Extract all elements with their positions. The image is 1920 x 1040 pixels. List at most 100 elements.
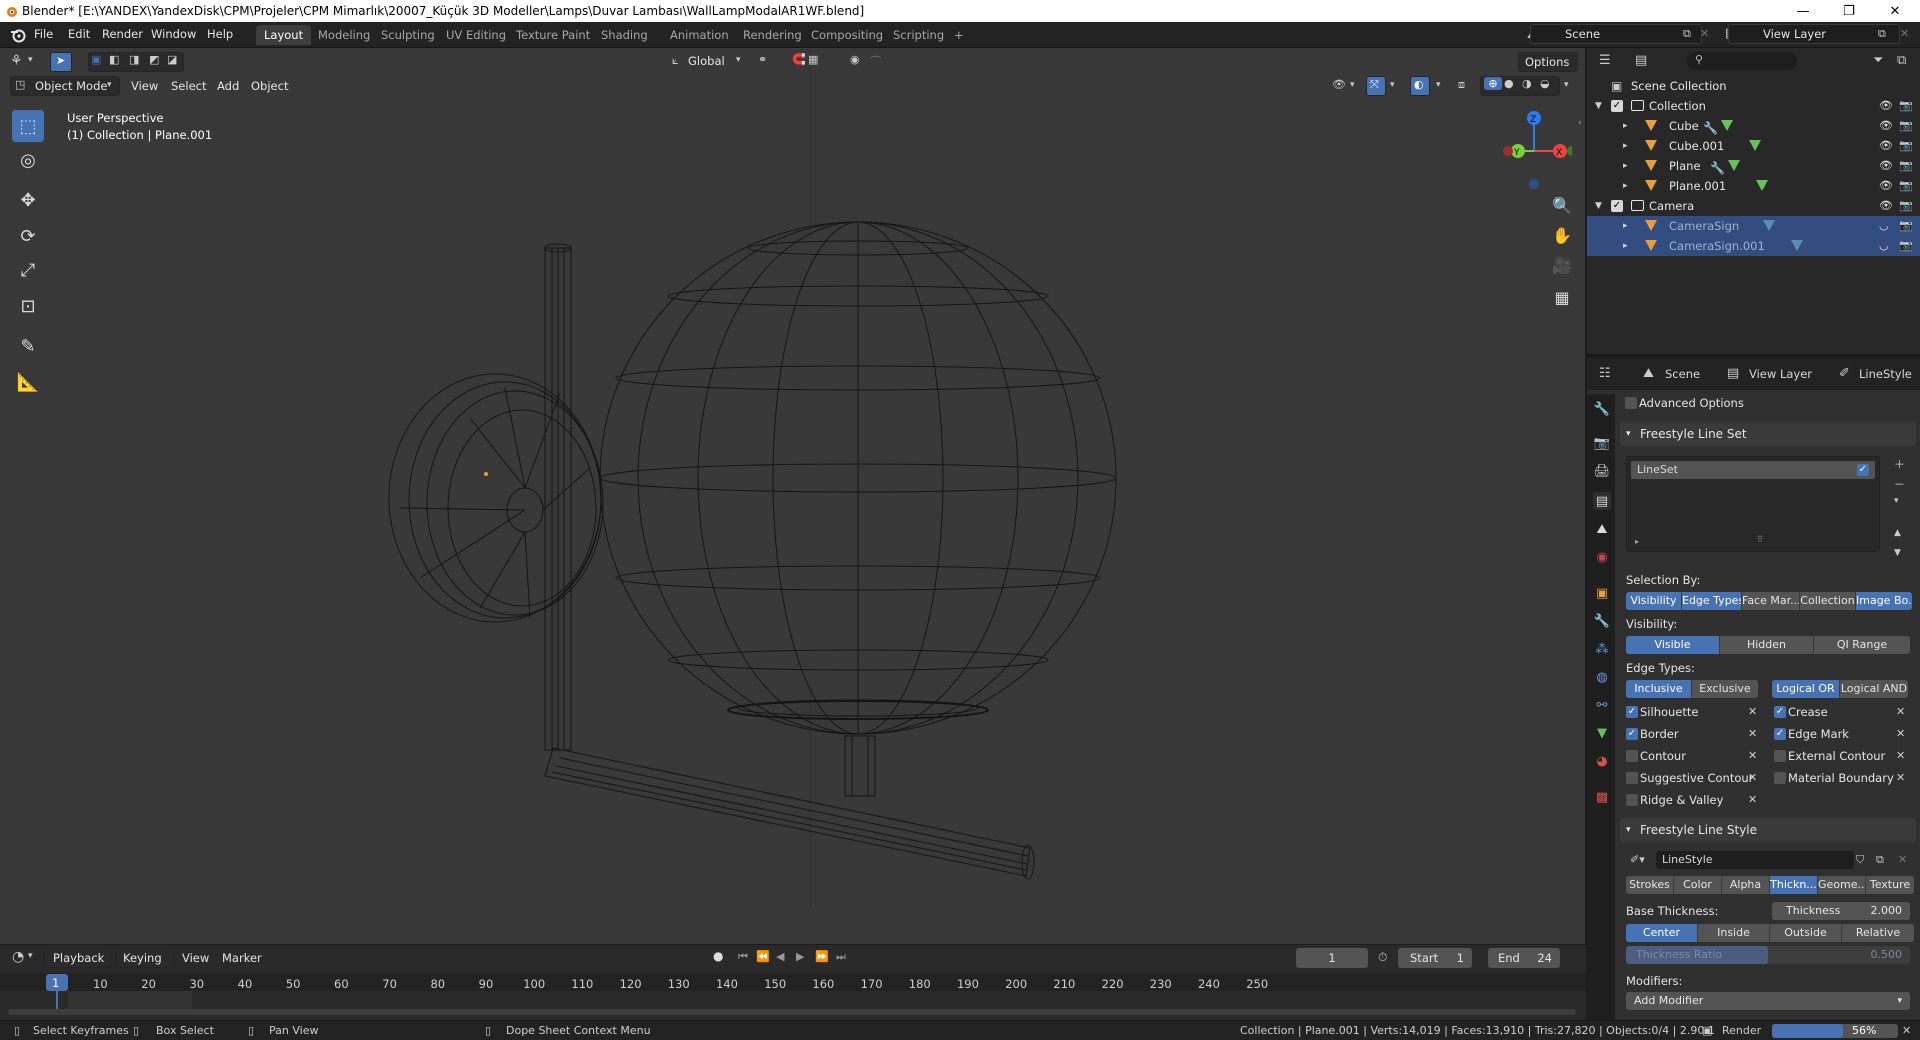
expand-arrow-icon[interactable]: ▸ <box>1623 176 1628 196</box>
selection-by-edge-types[interactable]: Edge Types <box>1682 592 1742 610</box>
filter-icon[interactable]: ⏷ <box>1873 53 1883 68</box>
mesh-data-icon[interactable] <box>1728 160 1740 171</box>
render-tab-icon[interactable]: 📷 <box>1593 434 1611 452</box>
selection-by-visibility[interactable]: Visibility <box>1626 592 1682 610</box>
wireframe-shading-icon[interactable]: ⊕ <box>1484 77 1502 90</box>
render-camera-icon[interactable]: 📷 <box>1899 176 1913 196</box>
chevron-down-icon[interactable]: ▾ <box>28 55 33 65</box>
linestyle-tab-strokes[interactable]: Strokes <box>1626 876 1674 894</box>
visibility-eye-icon[interactable]: 👁 <box>1332 78 1346 91</box>
minimize-button[interactable]: — <box>1780 0 1826 22</box>
options-dropdown[interactable]: Options <box>1518 52 1578 72</box>
new-linestyle-icon[interactable]: ⧉ <box>1876 853 1884 867</box>
maximize-button[interactable]: ❐ <box>1826 0 1872 22</box>
list-resize-handle-icon[interactable]: ⠿ <box>1757 535 1763 544</box>
visibility-hidden[interactable]: Hidden <box>1720 636 1814 654</box>
menu-window[interactable]: Window <box>151 27 196 41</box>
exclude-x-icon[interactable]: ✕ <box>1748 771 1757 784</box>
workspace-tab-scripting[interactable]: Scripting <box>885 25 952 45</box>
breadcrumb-scene[interactable]: Scene <box>1665 367 1700 381</box>
mesh-data-icon[interactable] <box>1763 220 1775 231</box>
add-modifier-dropdown[interactable]: Add Modifier ▾ <box>1626 992 1910 1010</box>
move-tool-icon[interactable]: ✥ <box>12 184 44 216</box>
edge-material-boundary-checkbox[interactable] <box>1774 772 1786 784</box>
render-camera-icon[interactable]: 📷 <box>1899 136 1913 156</box>
remove-lineset-icon[interactable]: － <box>1894 476 1905 492</box>
snap-target-icon[interactable]: ▦ <box>808 53 818 66</box>
linestyle-tab-alpha[interactable]: Alpha <box>1722 876 1770 894</box>
zoom-icon[interactable]: 🔍 <box>1548 192 1576 218</box>
render-camera-icon[interactable]: 📷 <box>1899 236 1913 256</box>
timeline-menu-view[interactable]: View <box>182 951 209 965</box>
expand-arrow-icon[interactable]: ▸ <box>1623 216 1628 236</box>
menu-help[interactable]: Help <box>207 27 233 41</box>
move-down-icon[interactable]: ▼ <box>1894 548 1901 558</box>
viewport-menu-select[interactable]: Select <box>171 79 206 93</box>
modifier-wrench-icon[interactable]: 🔧 <box>1710 158 1725 178</box>
render-camera-icon[interactable]: 📷 <box>1899 96 1913 116</box>
edge-external-contour-checkbox[interactable] <box>1774 750 1786 762</box>
properties-editor-type-icon[interactable]: ☷ <box>1599 366 1611 381</box>
workspace-tab-add[interactable]: + <box>946 25 972 45</box>
orientation-dropdown[interactable]: Global <box>688 54 725 68</box>
play-icon[interactable]: ▶ <box>796 950 804 963</box>
perspective-grid-icon[interactable]: ▦ <box>1548 284 1576 310</box>
timeline-scrollbar[interactable] <box>8 1009 1576 1015</box>
menu-edit[interactable]: Edit <box>68 27 90 41</box>
workspace-tab-texture-paint[interactable]: Texture Paint <box>508 25 598 45</box>
delete-scene-icon[interactable]: ✕ <box>1700 27 1709 40</box>
constraints-tab-icon[interactable]: ⚯ <box>1593 696 1611 714</box>
linestyle-tab-geome[interactable]: Geome... <box>1818 876 1866 894</box>
render-camera-icon[interactable]: 📷 <box>1899 196 1913 216</box>
exclude-x-icon[interactable]: ✕ <box>1748 727 1757 740</box>
current-frame-field[interactable]: 1 <box>1296 948 1368 968</box>
scene-field[interactable]: Scene <box>1530 24 1702 44</box>
mesh-data-icon[interactable] <box>1749 140 1761 151</box>
thickness-position-inside[interactable]: Inside <box>1698 924 1770 942</box>
add-lineset-icon[interactable]: ＋ <box>1894 456 1905 472</box>
view-layer-tab-icon[interactable]: ▤ <box>1593 492 1611 510</box>
selection-by-face-mar[interactable]: Face Mar... <box>1742 592 1800 610</box>
annotate-tool-icon[interactable]: ✎ <box>12 330 44 362</box>
edge-silhouette-checkbox[interactable]: ✓ <box>1626 706 1638 718</box>
chevron-down-icon[interactable]: ▾ <box>1390 80 1395 90</box>
logic-mode-logical-and[interactable]: Logical AND <box>1840 680 1908 698</box>
transform-tool-icon[interactable]: ⊡ <box>12 290 44 322</box>
workspace-tab-modeling[interactable]: Modeling <box>310 25 378 45</box>
edge-crease-checkbox[interactable]: ✓ <box>1774 706 1786 718</box>
modifier-tab-icon[interactable]: 🔧 <box>1593 612 1611 630</box>
visibility-visible[interactable]: Visible <box>1626 636 1720 654</box>
edge-suggestive-contour-checkbox[interactable] <box>1626 772 1638 784</box>
viewport-menu-view[interactable]: View <box>131 79 158 93</box>
jump-start-icon[interactable]: ⏮ <box>738 950 748 964</box>
edge-edge-mark-checkbox[interactable]: ✓ <box>1774 728 1786 740</box>
render-camera-icon[interactable]: 📷 <box>1899 116 1913 136</box>
lineset-specials-icon[interactable]: ▾ <box>1894 496 1899 506</box>
view-layer-field[interactable]: View Layer <box>1728 24 1900 44</box>
thickness-field[interactable]: Thickness 2.000 <box>1772 902 1910 920</box>
collection-exclude-checkbox[interactable]: ✓ <box>1611 100 1623 112</box>
select-extend-icon[interactable]: ◧ <box>109 53 119 66</box>
mesh-data-tab-icon[interactable]: ▼ <box>1593 724 1611 742</box>
workspace-tab-shading[interactable]: Shading <box>593 25 656 45</box>
outliner-row[interactable]: ▼ ✓ Collection 👁 📷 <box>1587 96 1920 116</box>
xray-icon[interactable]: ⧈ <box>1458 78 1465 92</box>
jump-end-icon[interactable]: ⏭ <box>836 950 846 964</box>
3d-viewport[interactable] <box>0 48 1586 944</box>
edge-mode-exclusive[interactable]: Exclusive <box>1692 680 1758 698</box>
particles-tab-icon[interactable]: ⁂ <box>1593 640 1611 658</box>
outliner-row[interactable]: ▸ Plane.001 👁 📷 <box>1587 176 1920 196</box>
new-collection-icon[interactable]: ⧉ <box>1897 53 1906 68</box>
tool-tab-icon[interactable]: 🔧 <box>1593 400 1611 418</box>
linestyle-tab-color[interactable]: Color <box>1674 876 1722 894</box>
outliner-row[interactable]: ▼ ✓ Camera 👁 📷 <box>1587 196 1920 216</box>
fake-user-shield-icon[interactable]: ⛉ <box>1856 853 1864 867</box>
move-up-icon[interactable]: ▲ <box>1894 528 1901 538</box>
playback-menu[interactable]: Playback <box>44 948 112 968</box>
lineset-enabled-checkbox[interactable]: ✓ <box>1857 464 1869 476</box>
outliner-row[interactable]: ▸ Cube 🔧 👁 📷 <box>1587 116 1920 136</box>
camera-view-icon[interactable]: 🎥 <box>1548 252 1576 278</box>
display-mode-icon[interactable]: ▤ <box>1635 53 1647 68</box>
select-invert-icon[interactable]: ◩ <box>149 53 159 66</box>
linestyle-name-field[interactable]: LineStyle <box>1656 851 1854 869</box>
